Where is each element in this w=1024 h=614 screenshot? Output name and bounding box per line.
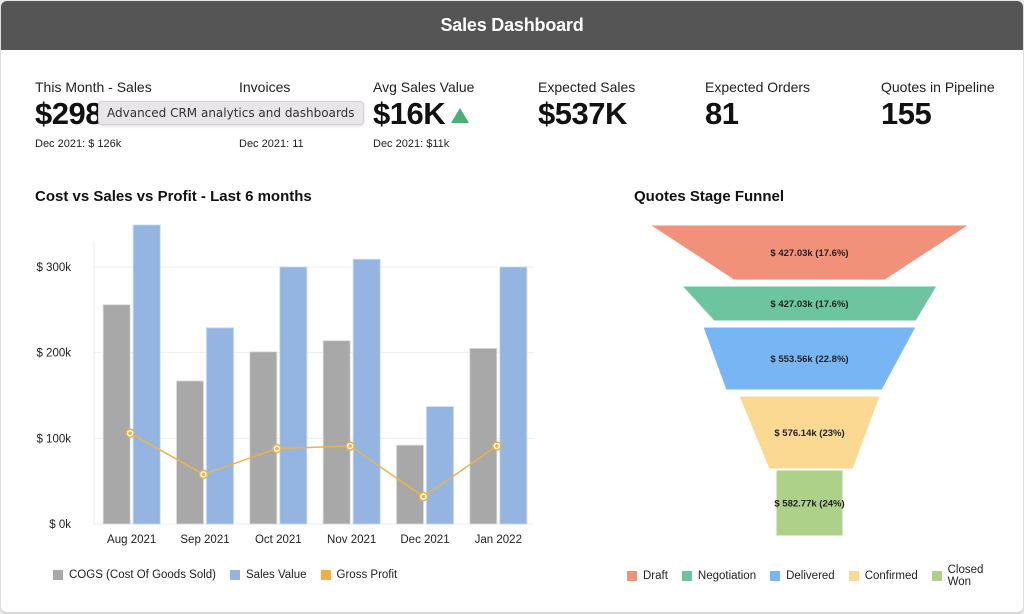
bar-cogs[interactable] bbox=[469, 347, 498, 525]
kpi-value: 155 bbox=[881, 96, 932, 131]
kpi-label: Quotes in Pipeline bbox=[881, 79, 995, 95]
legend-item-cogs[interactable]: COGS (Cost Of Goods Sold) bbox=[53, 569, 216, 581]
gross-profit-point-center bbox=[128, 431, 132, 435]
bar-cogs[interactable] bbox=[102, 304, 131, 525]
kpi-label: Expected Sales bbox=[538, 79, 636, 95]
kpi-label: This Month - Sales bbox=[35, 79, 152, 95]
gross-profit-point-center bbox=[348, 444, 352, 448]
dashboard-window: Sales Dashboard This Month - Sales $298K… bbox=[1, 1, 1023, 612]
x-tick-label: Sep 2021 bbox=[180, 534, 229, 546]
legend-label: Confirmed bbox=[864, 570, 918, 582]
bar-chart-legend: COGS (Cost Of Goods Sold) Sales Value Gr… bbox=[53, 569, 411, 581]
legend-swatch bbox=[230, 570, 240, 580]
funnel-stage-label: $ 582.77k (24%) bbox=[774, 499, 844, 510]
x-tick-label: Dec 2021 bbox=[400, 534, 449, 546]
gross-profit-point-center bbox=[421, 494, 426, 499]
y-tick-label: $ 0k bbox=[49, 519, 71, 531]
legend-label: Sales Value bbox=[246, 569, 307, 581]
legend-swatch bbox=[320, 570, 331, 580]
kpi-value: $537K bbox=[538, 96, 627, 131]
kpi-label: Expected Orders bbox=[705, 79, 811, 95]
legend-label: Draft bbox=[643, 570, 668, 582]
chart-title-quotes-funnel: Quotes Stage Funnel bbox=[634, 188, 785, 205]
kpi-value-row: $16K bbox=[373, 96, 474, 132]
legend-item-draft[interactable]: Draft bbox=[627, 570, 668, 582]
kpi-value: $16K bbox=[373, 96, 446, 131]
legend-label: COGS (Cost Of Goods Sold) bbox=[69, 569, 216, 581]
kpi-comparison: Dec 2021: $ 126k bbox=[35, 138, 122, 150]
legend-item-delivered[interactable]: Delivered bbox=[770, 570, 835, 582]
gross-profit-point-center bbox=[201, 472, 206, 477]
legend-item-sales-value[interactable]: Sales Value bbox=[230, 569, 307, 581]
y-tick-label: $ 200k bbox=[36, 348, 71, 360]
x-tick-label: Jan 2022 bbox=[475, 534, 522, 546]
y-tick-label: $ 100k bbox=[36, 433, 71, 445]
legend-label: Delivered bbox=[786, 570, 835, 582]
kpi-avg-sales-value[interactable]: Avg Sales Value $16K Dec 2021: $11k bbox=[373, 79, 474, 150]
bar-sales-value[interactable] bbox=[132, 224, 161, 525]
legend-swatch bbox=[681, 571, 692, 581]
bar-sales-value[interactable] bbox=[352, 258, 381, 525]
legend-swatch bbox=[848, 571, 859, 581]
x-tick-label: Oct 2021 bbox=[255, 534, 302, 546]
bar-cogs[interactable] bbox=[396, 444, 424, 525]
bar-cogs[interactable] bbox=[322, 340, 351, 525]
x-tick-label: Nov 2021 bbox=[327, 534, 376, 546]
legend-swatch bbox=[931, 571, 942, 581]
legend-label: Gross Profit bbox=[336, 569, 398, 581]
bar-sales-value[interactable] bbox=[206, 327, 234, 525]
kpi-expected-sales[interactable]: Expected Sales $537K bbox=[538, 79, 635, 132]
kpi-quotes-in-pipeline[interactable]: Quotes in Pipeline 155 bbox=[881, 79, 995, 132]
kpi-value: 81 bbox=[705, 96, 739, 131]
bar-cogs[interactable] bbox=[176, 380, 204, 525]
dashboard-header: Sales Dashboard bbox=[1, 1, 1023, 50]
gross-profit-point-center bbox=[495, 444, 499, 448]
kpi-comparison: Dec 2021: 11 bbox=[239, 138, 304, 150]
bar-sales-value[interactable] bbox=[499, 266, 528, 525]
funnel-stage-label: $ 553.56k (22.8%) bbox=[770, 354, 848, 365]
funnel-stage-label: $ 427.03k (17.6%) bbox=[770, 248, 848, 259]
legend-item-negotiation[interactable]: Negotiation bbox=[681, 570, 757, 582]
kpi-comparison: Dec 2021: $11k bbox=[373, 138, 450, 150]
chart-title-cost-sales-profit: Cost vs Sales vs Profit - Last 6 months bbox=[35, 188, 312, 205]
page-title: Sales Dashboard bbox=[440, 15, 584, 35]
x-tick-label: Aug 2021 bbox=[107, 534, 156, 546]
funnel-stage-label: $ 427.03k (17.6%) bbox=[770, 299, 848, 310]
bar-sales-value[interactable] bbox=[279, 266, 308, 525]
legend-swatch bbox=[627, 571, 637, 581]
kpi-expected-orders[interactable]: Expected Orders 81 bbox=[705, 79, 810, 132]
up-triangle-icon bbox=[451, 107, 470, 123]
quotes-stage-funnel-chart: $ 427.03k (17.6%) $ 427.03k (17.6%) $ 553.… bbox=[648, 224, 971, 537]
funnel-legend: Draft Negotiation Delivered Confirmed Closed… bbox=[627, 564, 1023, 588]
bar-cogs[interactable] bbox=[249, 351, 278, 525]
kpi-label: Avg Sales Value bbox=[373, 79, 475, 95]
funnel-stage-label: $ 576.14k (23%) bbox=[774, 428, 844, 439]
tooltip: Advanced CRM analytics and dashboards bbox=[98, 101, 364, 125]
legend-label: Negotiation bbox=[697, 570, 757, 582]
legend-swatch bbox=[770, 571, 781, 581]
gross-profit-point-center bbox=[275, 446, 279, 451]
legend-item-gross-profit[interactable]: Gross Profit bbox=[320, 569, 398, 581]
legend-swatch bbox=[53, 570, 63, 580]
kpi-label: Invoices bbox=[239, 79, 291, 95]
legend-label: Closed Won bbox=[947, 564, 984, 588]
bar-sales-value[interactable] bbox=[426, 406, 454, 525]
legend-item-confirmed[interactable]: Confirmed bbox=[848, 570, 918, 582]
cost-sales-profit-chart: $ 0k $ 100k $ 200k $ 300k Aug 2021 Sep 2021 Oc… bbox=[36, 224, 534, 546]
legend-item-closed-won[interactable]: Closed Won bbox=[931, 564, 1009, 588]
y-tick-label: $ 300k bbox=[36, 262, 71, 274]
